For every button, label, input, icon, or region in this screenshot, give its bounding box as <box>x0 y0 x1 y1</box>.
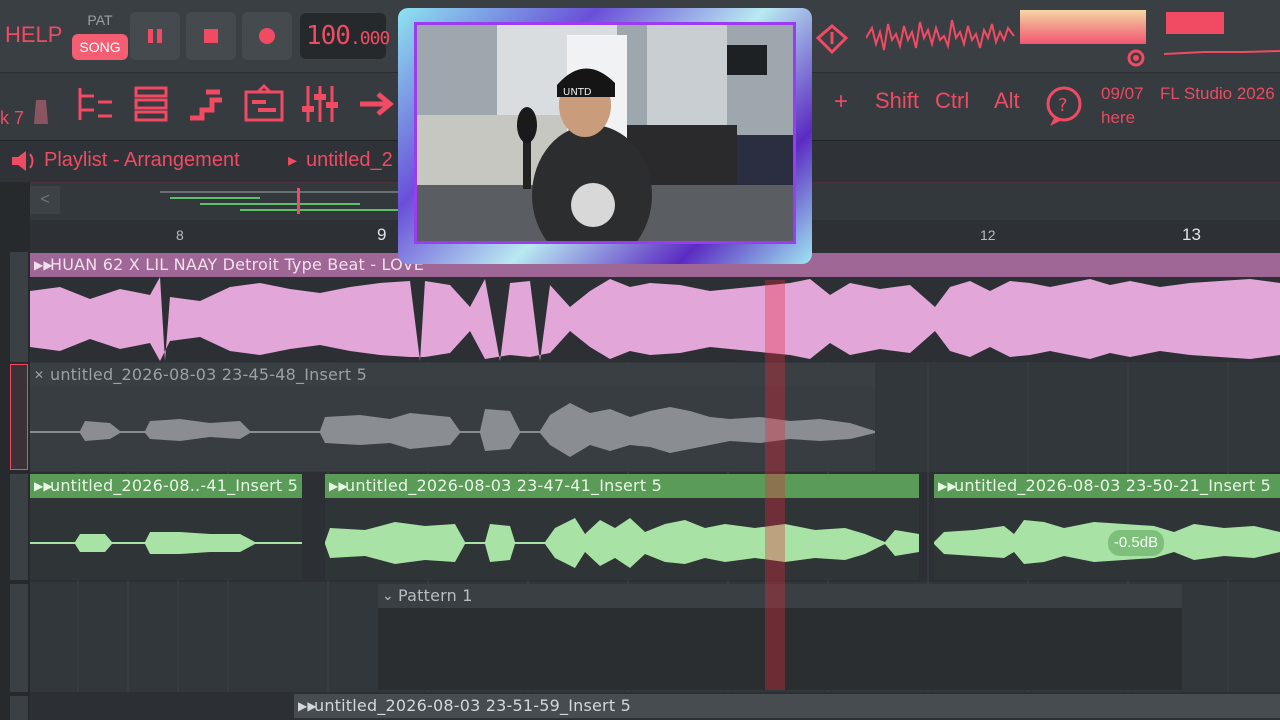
pat-mode-label[interactable]: PAT <box>72 12 128 28</box>
ctrl-key[interactable]: Ctrl <box>935 88 969 114</box>
clip-vocal1-waveform[interactable] <box>30 387 875 471</box>
stop-icon <box>204 29 218 43</box>
clip-arrow-icon: ▶▶ <box>34 258 53 272</box>
hint-line <box>1164 50 1280 55</box>
hint-date: 09/07 <box>1101 84 1144 103</box>
oscilloscope-meter <box>866 19 1015 51</box>
bar-13-label: 13 <box>1182 225 1201 244</box>
shift-key[interactable]: Shift <box>875 88 919 114</box>
tempo-int: 100 <box>306 21 351 51</box>
clip-close-icon[interactable]: ✕ <box>34 363 44 387</box>
cpu-meter-bar <box>1166 12 1224 34</box>
clip-beat-waveform[interactable] <box>30 277 1280 361</box>
record-button[interactable] <box>242 12 292 60</box>
eye-icon[interactable] <box>1126 48 1146 68</box>
record-icon <box>259 28 275 44</box>
clip-arrow-icon: ▶▶ <box>34 479 53 493</box>
clip-vocal4-waveform[interactable] <box>934 498 1280 580</box>
webcam-video: UNTD <box>414 22 796 244</box>
clip-beat-name: HUAN 62 X LIL NAAY Detroit Type Beat - L… <box>50 255 425 274</box>
bar-8-label: 8 <box>176 227 184 243</box>
speaker-icon[interactable] <box>8 148 38 174</box>
clip-vocal3-name: untitled_2026-08-03 23-47-41_Insert 5 <box>345 476 662 495</box>
song-mode-button[interactable]: SONG <box>72 34 128 60</box>
mixer-icon[interactable] <box>298 82 344 128</box>
waveform-vocal4 <box>934 520 1280 564</box>
webcam-overlay: UNTD <box>398 8 812 264</box>
channel-rack-icon[interactable] <box>130 82 176 128</box>
waveform-beat <box>30 277 1280 361</box>
clip-arrow-icon: ▶▶ <box>298 699 317 713</box>
bar-12-label: 12 <box>980 227 996 243</box>
cap-text: UNTD <box>563 87 592 98</box>
tempo-dec: .000 <box>349 28 390 49</box>
alt-key[interactable]: Alt <box>994 88 1020 114</box>
webcam-scene: UNTD <box>417 25 793 241</box>
chat-help-icon[interactable]: ? <box>1042 84 1086 128</box>
clip-vocal4-title[interactable]: ▶▶ untitled_2026-08-03 23-50-21_Insert 5 <box>934 474 1280 498</box>
overview-minimap[interactable] <box>160 188 410 214</box>
stop-button[interactable] <box>186 12 236 60</box>
cpu-icon <box>815 24 849 55</box>
track-1-header[interactable] <box>10 252 28 362</box>
browser-icon[interactable] <box>242 82 288 128</box>
pat-song-switch[interactable]: PAT SONG <box>72 10 128 62</box>
track-2-header[interactable] <box>10 364 28 470</box>
app-title: FL Studio 2026 <box>1160 84 1275 103</box>
clip-vocal5-name: untitled_2026-08-03 23-51-59_Insert 5 <box>314 696 631 715</box>
breadcrumb-separator: ▸ <box>288 150 298 170</box>
memory-meter <box>1020 10 1146 44</box>
pause-icon <box>148 29 162 43</box>
pattern-number[interactable]: k 7 <box>0 108 24 129</box>
hint-here: here <box>1101 108 1136 127</box>
piano-roll-icon[interactable] <box>186 82 232 128</box>
clip-arrow-icon: ▶▶ <box>938 479 957 493</box>
track-3-header[interactable] <box>10 474 28 580</box>
track-4-header[interactable] <box>10 584 28 692</box>
chevron-down-icon: ⌄ <box>382 588 394 604</box>
arrow-right-icon[interactable] <box>354 82 400 128</box>
clip-vocal3-title[interactable]: ▶▶ untitled_2026-08-03 23-47-41_Insert 5 <box>325 474 919 498</box>
waveform-vocal3 <box>325 518 919 568</box>
tempo-display[interactable]: 100.000 <box>300 13 390 59</box>
playlist-icon[interactable] <box>74 82 120 128</box>
clip-vocal2-title[interactable]: ▶▶ untitled_2026-08..-41_Insert 5 #2 <box>30 474 302 498</box>
waveform-vocal1 <box>30 403 875 457</box>
clip-vocal1-title[interactable]: ✕ untitled_2026-08-03 23-45-48_Insert 5 <box>30 363 875 387</box>
pause-button[interactable] <box>130 12 180 60</box>
plugin-icon[interactable] <box>30 96 52 126</box>
waveform-vocal2 <box>30 532 302 554</box>
track-5-header[interactable] <box>10 696 28 720</box>
playhead-marker[interactable] <box>765 280 785 690</box>
clip-vocal4-name: untitled_2026-08-03 23-50-21_Insert 5 <box>954 476 1271 495</box>
clip-vocal2-name: untitled_2026-08..-41_Insert 5 #2 <box>50 476 302 495</box>
svg-text:?: ? <box>1058 95 1068 116</box>
clip-vocal2-waveform[interactable] <box>30 498 302 580</box>
playlist-title: Playlist - Arrangement <box>44 149 240 171</box>
scroll-left-button[interactable]: < <box>30 186 60 214</box>
clip-vocal1-name: untitled_2026-08-03 23-45-48_Insert 5 <box>50 365 367 384</box>
pattern-clip-name: Pattern 1 <box>398 586 473 605</box>
help-menu[interactable]: HELP <box>5 22 62 48</box>
add-button[interactable]: + <box>834 88 848 116</box>
clip-arrow-icon: ▶▶ <box>329 479 348 493</box>
clip-vocal5-title[interactable]: ▶▶ untitled_2026-08-03 23-51-59_Insert 5 <box>294 694 1280 718</box>
clip-vocal3-waveform[interactable] <box>325 498 919 580</box>
bar-9-label: 9 <box>377 225 387 244</box>
gain-label[interactable]: -0.5dB <box>1108 530 1164 556</box>
project-filename[interactable]: untitled_2 <box>306 149 393 172</box>
